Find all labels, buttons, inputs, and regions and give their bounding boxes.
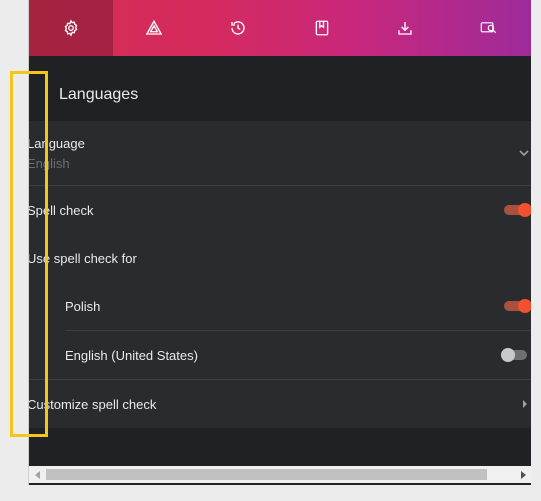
bookmark-icon (315, 20, 328, 36)
language-value: English (29, 156, 70, 171)
chevron-right-icon (523, 400, 527, 408)
spell-check-label: Spell check (29, 203, 94, 218)
english-us-spell-check-toggle[interactable] (501, 348, 527, 362)
horizontal-scrollbar[interactable] (29, 466, 531, 483)
spell-check-row[interactable]: Spell check (29, 186, 531, 234)
polish-spell-check-toggle[interactable] (504, 299, 531, 313)
appearance-icon (146, 19, 163, 35)
spell-check-toggle[interactable] (504, 203, 531, 217)
scrollbar-thumb[interactable] (46, 469, 487, 480)
customize-spell-check-row[interactable]: Customize spell check (29, 380, 531, 428)
tab-appearance[interactable] (113, 0, 197, 56)
history-icon (231, 21, 245, 35)
language-item-english-us[interactable]: English (United States) (29, 331, 531, 379)
chevron-down-icon (519, 150, 529, 157)
arrow-right-icon (520, 470, 526, 479)
arrow-left-icon (34, 470, 40, 479)
language-row[interactable]: Language English (29, 121, 531, 185)
language-item-polish[interactable]: Polish (29, 282, 531, 330)
section-title: Languages (59, 86, 139, 103)
use-spell-check-for-row: Use spell check for (29, 234, 531, 282)
settings-nav-bar (29, 0, 531, 56)
settings-window: Languages Language English Spell check U… (29, 0, 531, 485)
search-engine-icon (480, 22, 496, 34)
download-icon (398, 22, 412, 35)
gear-icon (64, 19, 78, 37)
tab-history[interactable] (196, 0, 280, 56)
tab-downloads[interactable] (363, 0, 447, 56)
use-spell-check-for-label: Use spell check for (29, 251, 137, 266)
language-label: Language (29, 136, 85, 151)
scroll-right-arrow[interactable] (514, 466, 531, 483)
settings-card: Language English Spell check Use spell c… (29, 121, 531, 428)
tab-search-engines[interactable] (447, 0, 531, 56)
tab-bookmarks[interactable] (280, 0, 364, 56)
customize-spell-check-label: Customize spell check (29, 397, 157, 412)
language-item-label: Polish (65, 299, 101, 314)
scroll-left-arrow[interactable] (29, 466, 46, 483)
tab-general[interactable] (29, 0, 113, 56)
language-item-label: English (United States) (65, 348, 198, 363)
